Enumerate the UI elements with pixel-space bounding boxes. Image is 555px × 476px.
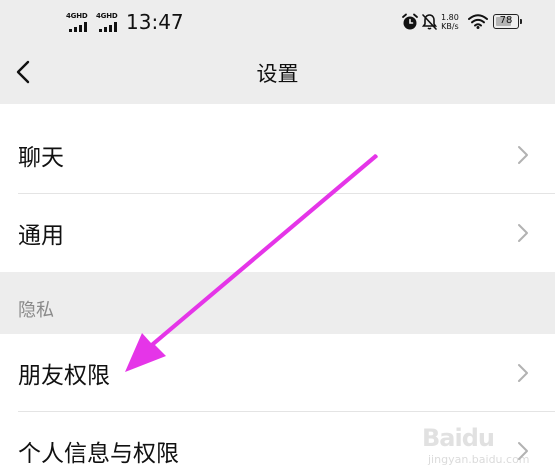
section-header-privacy: 隐私 xyxy=(0,272,555,334)
nav-bar: 设置 xyxy=(0,46,555,102)
watermark-url: jingyan.baidu.com xyxy=(428,453,530,466)
network-type-label: 4GHD xyxy=(66,12,88,20)
network-speed-value: 1.80 xyxy=(441,13,459,22)
chevron-right-icon xyxy=(518,224,528,242)
chevron-right-icon xyxy=(518,146,528,164)
battery-icon: 78 xyxy=(493,14,522,29)
page-title: 设置 xyxy=(256,62,299,86)
settings-screen: 4GHD 4GHD 13:47 1.80 KB/s 78 设置 聊天 通用 隐私… xyxy=(0,0,555,476)
watermark-logo: Baidu jingyan.baidu.com xyxy=(422,424,550,470)
chevron-right-icon xyxy=(518,364,528,382)
settings-row-label: 聊天 xyxy=(18,145,64,171)
settings-row-general[interactable]: 通用 xyxy=(0,194,555,272)
battery-level: 78 xyxy=(499,15,513,26)
mute-bell-icon xyxy=(421,14,438,30)
settings-row-friend-permissions[interactable]: 朋友权限 xyxy=(0,334,555,412)
watermark-brand: Baidu xyxy=(422,424,495,452)
status-time: 13:47 xyxy=(126,10,184,34)
signal-icon: 4GHD xyxy=(96,12,120,32)
list-item xyxy=(0,104,555,116)
network-type-label: 4GHD xyxy=(96,12,118,20)
status-bar: 4GHD 4GHD 13:47 1.80 KB/s 78 xyxy=(0,0,555,46)
network-speed: 1.80 KB/s xyxy=(441,13,459,31)
network-speed-unit: KB/s xyxy=(441,22,459,31)
wifi-icon xyxy=(468,14,488,29)
signal-icon: 4GHD xyxy=(66,12,90,32)
alarm-icon xyxy=(402,13,418,30)
section-header-label: 隐私 xyxy=(18,300,54,321)
settings-row-chat[interactable]: 聊天 xyxy=(0,116,555,194)
settings-row-label: 个人信息与权限 xyxy=(18,441,179,467)
settings-row-label: 朋友权限 xyxy=(18,363,110,389)
settings-row-label: 通用 xyxy=(18,223,64,249)
